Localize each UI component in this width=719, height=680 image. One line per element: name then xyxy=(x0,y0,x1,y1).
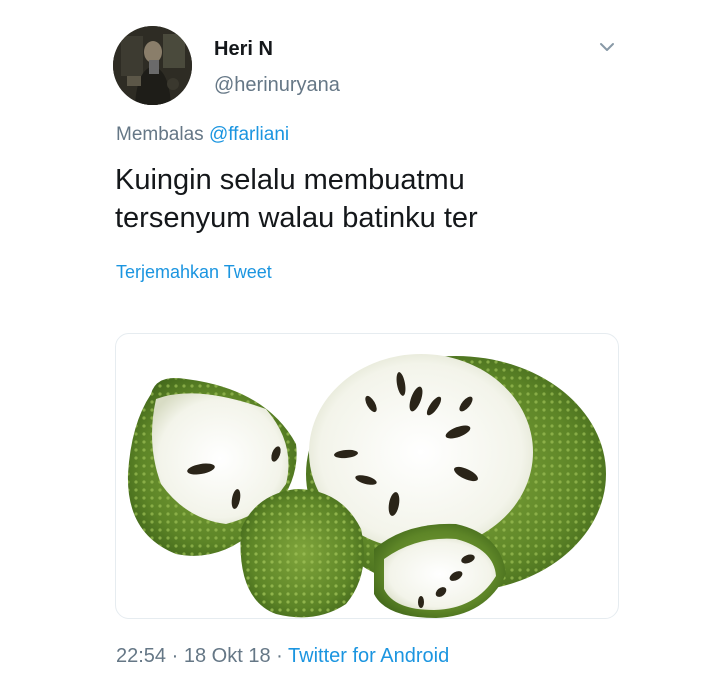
reply-context: Membalas @ffarliani xyxy=(116,124,289,146)
avatar-image xyxy=(113,26,192,105)
avatar[interactable] xyxy=(113,26,192,105)
tweet-media-image[interactable] xyxy=(115,333,619,619)
tweet-date[interactable]: 18 Okt 18 xyxy=(184,645,271,667)
soursop-image xyxy=(127,354,606,618)
tweet-time[interactable]: 22:54 xyxy=(116,645,166,667)
separator: · xyxy=(276,645,283,667)
translate-tweet-link[interactable]: Terjemahkan Tweet xyxy=(116,262,272,283)
tweet-card: Heri N @herinuryana Membalas @ffarliani … xyxy=(0,0,719,680)
tweet-metadata: 22:54 · 18 Okt 18 · Twitter for Android xyxy=(116,645,449,668)
tweet-source-link[interactable]: Twitter for Android xyxy=(288,645,449,667)
reply-mention-link[interactable]: @ffarliani xyxy=(209,124,289,145)
separator: · xyxy=(171,645,179,667)
author-name[interactable]: Heri N xyxy=(214,38,273,61)
reply-prefix: Membalas xyxy=(116,124,204,145)
tweet-text-line-1: Kuingin selalu membuatmu xyxy=(115,164,465,196)
chevron-down-icon[interactable] xyxy=(596,36,618,58)
author-handle[interactable]: @herinuryana xyxy=(214,74,340,97)
tweet-text-line-2: tersenyum walau batinku ter xyxy=(115,202,478,234)
tweet-text: Kuingin selalu membuatmu tersenyum walau… xyxy=(115,161,635,237)
